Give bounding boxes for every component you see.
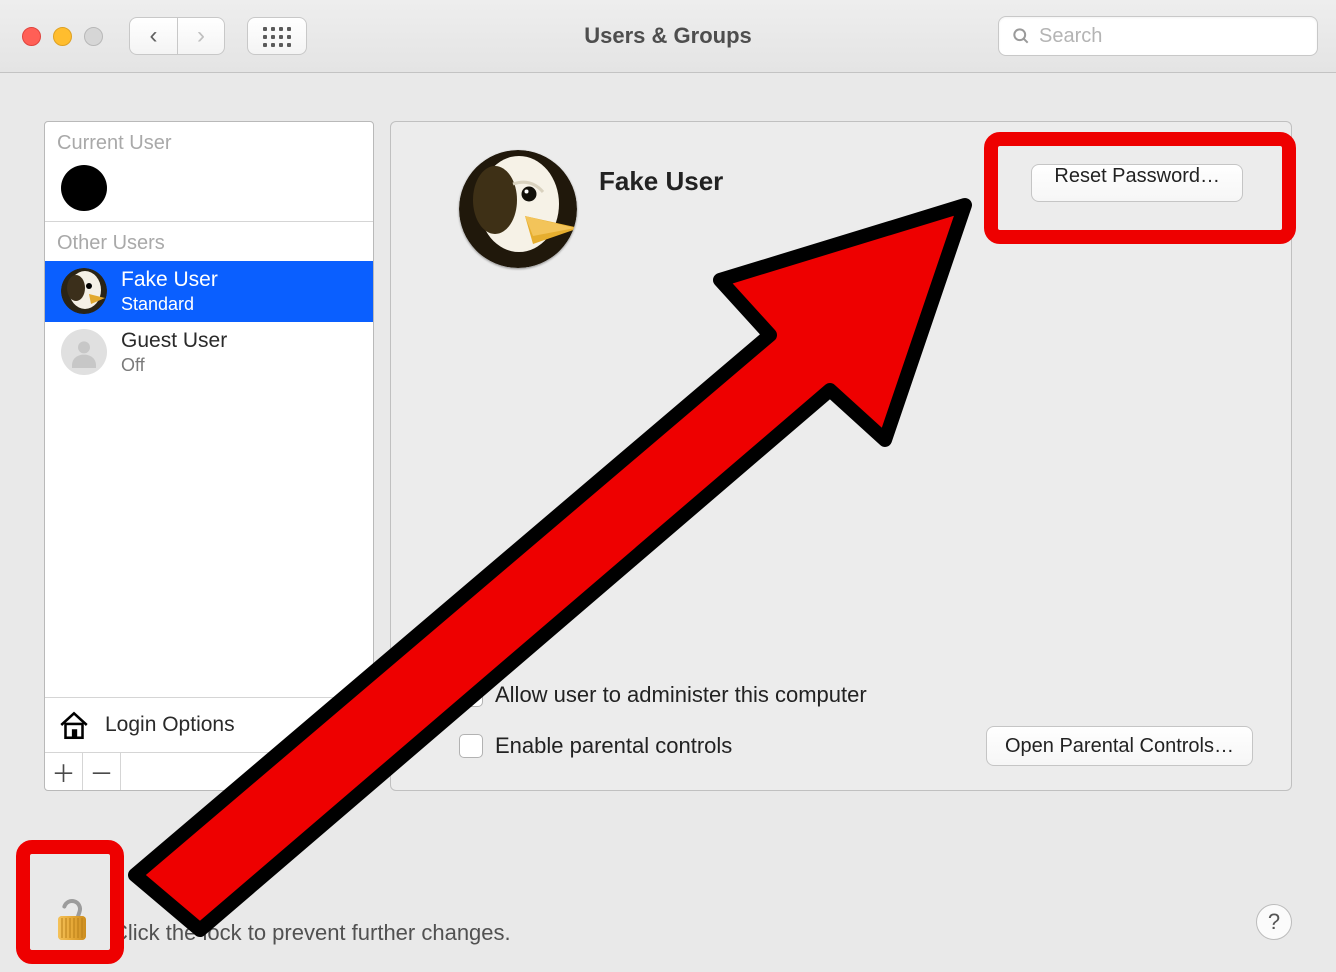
nav-back-forward: ‹ › [129,17,225,55]
user-row-name: Guest User [121,328,227,354]
login-options-row[interactable]: Login Options [45,697,373,752]
window-close-button[interactable] [22,27,41,46]
user-row-subtitle: Off [121,354,227,377]
user-row-fake-user[interactable]: Fake User Standard [45,261,373,322]
admin-checkbox-label: Allow user to administer this computer [495,682,867,708]
current-user-row[interactable] [45,161,373,221]
search-field[interactable] [998,16,1318,56]
chevron-right-icon: › [197,22,205,50]
lock-hint-text: Click the lock to prevent further change… [112,920,511,946]
window-zoom-button[interactable] [84,27,103,46]
parental-checkbox-row[interactable]: Enable parental controls Open Parental C… [459,726,1253,766]
user-list-sidebar: Current User Other Users [44,121,374,791]
open-parental-controls-button[interactable]: Open Parental Controls… [986,726,1253,766]
user-options: Allow user to administer this computer E… [459,682,1259,766]
nav-forward-button[interactable]: › [177,17,225,55]
window-toolbar: ‹ › Users & Groups [0,0,1336,73]
parental-checkbox[interactable] [459,734,483,758]
user-avatar-large[interactable] [459,150,577,268]
question-mark-icon: ? [1268,909,1280,935]
grid-icon [263,27,291,45]
user-row-name: Fake User [121,267,218,293]
current-user-section-label: Current User [45,122,373,161]
current-user-avatar [61,165,107,211]
unlocked-lock-icon [52,896,92,944]
add-user-button[interactable]: ＋ [45,753,83,790]
other-users-list: Fake User Standard Guest User Off [45,261,373,697]
admin-checkbox[interactable] [459,683,483,707]
help-button[interactable]: ? [1256,904,1292,940]
user-display-name: Fake User [599,166,723,197]
remove-user-button[interactable]: － [83,753,121,790]
other-users-section-label: Other Users [45,222,373,261]
house-icon [57,708,91,742]
footer-bar: Click the lock to prevent further change… [0,824,1336,972]
content-area: Current User Other Users [0,73,1336,815]
add-remove-bar: ＋ － [45,752,373,790]
lock-button[interactable] [44,892,100,948]
search-input[interactable] [1039,25,1305,48]
user-row-guest-user[interactable]: Guest User Off [45,322,373,383]
window-minimize-button[interactable] [53,27,72,46]
parental-checkbox-label: Enable parental controls [495,733,732,759]
reset-password-button[interactable]: Reset Password… [1031,164,1243,202]
user-detail-pane: Fake User Reset Password… Allow user to … [390,121,1292,791]
login-options-label: Login Options [105,713,235,737]
admin-checkbox-row[interactable]: Allow user to administer this computer [459,682,1253,708]
user-row-subtitle: Standard [121,293,218,316]
guest-avatar-icon [61,329,107,375]
chevron-left-icon: ‹ [150,22,158,50]
user-avatar-eagle-icon [61,268,107,314]
show-all-prefs-button[interactable] [247,17,307,55]
nav-back-button[interactable]: ‹ [129,17,177,55]
window-traffic-lights [22,27,103,46]
search-icon [1011,26,1031,46]
